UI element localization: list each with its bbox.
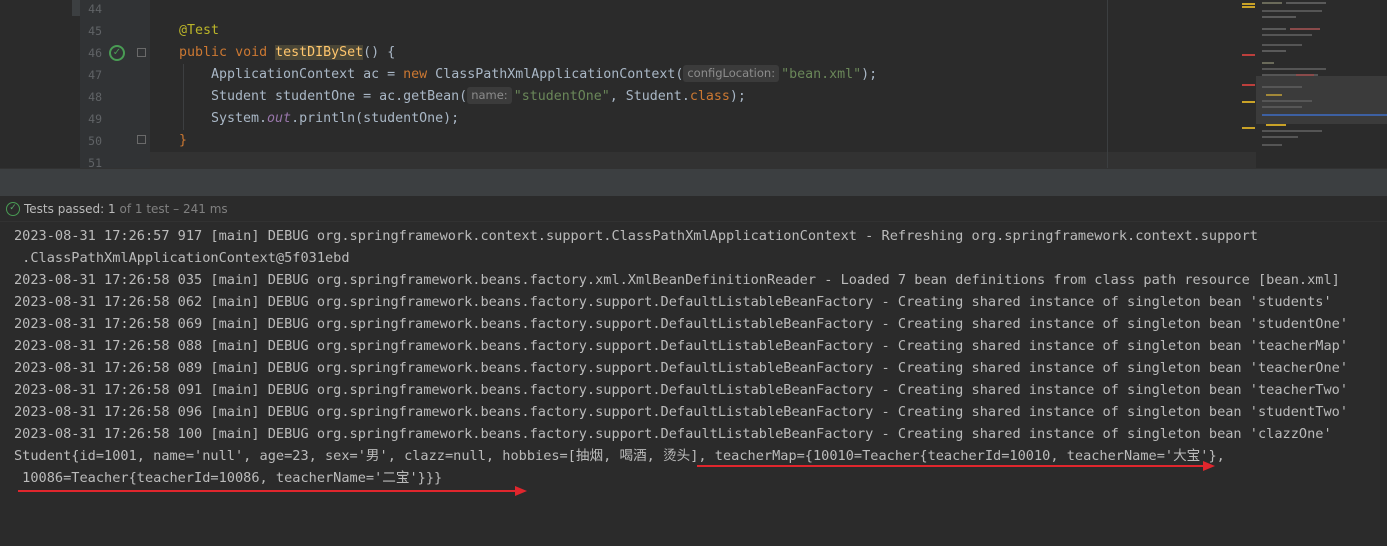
warning-marker[interactable] <box>1242 127 1255 129</box>
method-name: testDIBySet <box>275 45 364 60</box>
code-line-49[interactable]: System.out.println(studentOne); <box>211 108 459 130</box>
code-text: ApplicationContext ac = <box>211 67 404 82</box>
editor-left-marker <box>72 0 80 16</box>
minimap-line <box>1266 124 1286 126</box>
minimap-line <box>1290 28 1320 30</box>
console-line: 2023-08-31 17:26:58 089 [main] DEBUG org… <box>14 360 1349 376</box>
warning-marker[interactable] <box>1242 3 1255 5</box>
console-line: 2023-08-31 17:26:58 035 [main] DEBUG org… <box>14 272 1340 288</box>
line-number: 46 <box>88 46 102 60</box>
minimap-line <box>1262 34 1312 36</box>
student-output-line: 10086=Teacher{teacherId=10086, teacherNa… <box>14 470 443 486</box>
code-line-47[interactable]: ApplicationContext ac = new ClassPathXml… <box>211 64 877 86</box>
student-output-line: Student{id=1001, name='null', age=23, se… <box>14 448 1225 464</box>
console-line: 2023-08-31 17:26:58 069 [main] DEBUG org… <box>14 316 1349 332</box>
minimap-line <box>1262 28 1286 30</box>
code-line-45[interactable]: @Test <box>179 20 219 42</box>
closing-brace: } <box>179 133 188 148</box>
minimap-line <box>1262 144 1282 146</box>
string-literal: "bean.xml" <box>781 67 862 82</box>
console-line: 2023-08-31 17:26:58 062 [main] DEBUG org… <box>14 294 1332 310</box>
code-line-48[interactable]: Student studentOne = ac.getBean(name: "st… <box>211 86 746 108</box>
annotation-test: @Test <box>179 23 220 38</box>
error-marker[interactable] <box>1242 84 1255 86</box>
editor-left-strip <box>0 0 72 168</box>
line-number: 48 <box>88 90 102 104</box>
red-annotation-underline <box>18 490 516 492</box>
string-literal: "studentOne" <box>513 89 610 104</box>
minimap-line <box>1262 68 1326 70</box>
code-text: , Student. <box>609 89 690 104</box>
code-text: ClassPathXmlApplicationContext( <box>427 67 684 82</box>
indent-guide <box>183 64 184 130</box>
parameter-hint: configLocation: <box>683 65 780 82</box>
console-line: 2023-08-31 17:26:58 091 [main] DEBUG org… <box>14 382 1349 398</box>
code-text: System. <box>211 111 268 126</box>
minimap-line <box>1286 2 1326 4</box>
minimap-viewport[interactable] <box>1256 76 1387 124</box>
code-line-50[interactable]: } <box>179 130 187 152</box>
line-number: 44 <box>88 2 102 16</box>
line-number: 47 <box>88 68 102 82</box>
console-output[interactable]: 2023-08-31 17:26:57 917 [main] DEBUG org… <box>0 223 1387 546</box>
keyword-class: class <box>689 89 730 104</box>
keyword-public: public <box>179 45 228 60</box>
line-number: 49 <box>88 112 102 126</box>
minimap-line <box>1262 16 1296 18</box>
minimap-line <box>1262 130 1322 132</box>
code-text: () { <box>363 45 396 60</box>
test-status-bar: ✓ Tests passed: 1 of 1 test – 241 ms <box>0 196 1387 222</box>
line-number: 51 <box>88 156 102 168</box>
current-line-highlight <box>150 152 1256 168</box>
code-text: .println(studentOne); <box>291 111 460 126</box>
keyword-void: void <box>235 45 268 60</box>
fold-toggle-icon[interactable] <box>137 48 146 57</box>
red-annotation-underline <box>697 465 1204 467</box>
console-line: .ClassPathXmlApplicationContext@5f031ebd <box>14 250 350 266</box>
minimap-line <box>1262 10 1322 12</box>
error-marker[interactable] <box>1242 54 1255 56</box>
tests-detail-label: of 1 test – 241 ms <box>115 202 228 216</box>
red-arrow-head <box>1203 461 1215 471</box>
right-margin-guide <box>1107 0 1108 168</box>
code-text: ); <box>729 89 746 104</box>
test-passed-check-icon: ✓ <box>6 202 20 216</box>
console-line: 2023-08-31 17:26:58 088 [main] DEBUG org… <box>14 338 1349 354</box>
code-editor[interactable]: 44 45 46 47 48 49 50 51 ✓ @Test public v… <box>0 0 1387 168</box>
minimap-line <box>1262 2 1282 4</box>
tests-passed-label: Tests passed: 1 <box>24 202 116 216</box>
minimap-line <box>1262 50 1286 52</box>
static-field-out: out <box>267 111 292 126</box>
line-number: 50 <box>88 134 102 148</box>
code-text: Student studentOne = ac.getBean( <box>211 89 468 104</box>
line-number: 45 <box>88 24 102 38</box>
warning-marker[interactable] <box>1242 6 1255 8</box>
parameter-hint: name: <box>467 87 512 104</box>
minimap-line <box>1262 62 1274 64</box>
code-text: ); <box>861 67 878 82</box>
code-line-46[interactable]: public void testDIBySet() { <box>179 42 395 64</box>
fold-toggle-icon[interactable] <box>137 135 146 144</box>
red-arrow-head <box>515 486 527 496</box>
run-test-icon[interactable]: ✓ <box>109 45 125 61</box>
test-status-text: Tests passed: 1 of 1 test – 241 ms <box>24 196 228 222</box>
minimap-line <box>1262 136 1298 138</box>
console-line: 2023-08-31 17:26:58 096 [main] DEBUG org… <box>14 404 1349 420</box>
warning-marker[interactable] <box>1242 101 1255 103</box>
console-line: 2023-08-31 17:26:57 917 [main] DEBUG org… <box>14 228 1258 244</box>
minimap-line <box>1262 44 1302 46</box>
console-line: 2023-08-31 17:26:58 100 [main] DEBUG org… <box>14 426 1332 442</box>
keyword-new: new <box>403 67 428 82</box>
run-tool-window-header <box>0 168 1387 196</box>
